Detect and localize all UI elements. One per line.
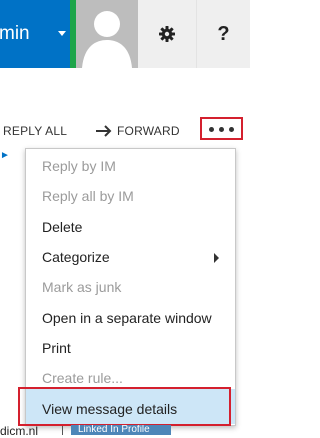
- menu-item-reply-by-im[interactable]: Reply by IM: [42, 158, 116, 174]
- menu-item-open-separate-window[interactable]: Open in a separate window: [42, 310, 212, 326]
- chevron-down-icon: [58, 31, 66, 36]
- account-menu-button[interactable]: min: [0, 0, 70, 68]
- user-silhouette-icon: [82, 11, 132, 68]
- reply-all-button[interactable]: REPLY ALL: [3, 124, 67, 138]
- ellipsis-icon: [219, 127, 224, 132]
- forward-button[interactable]: FORWARD: [96, 124, 180, 138]
- gear-icon: [159, 26, 175, 42]
- forward-arrow-icon: [96, 125, 112, 137]
- annotation-highlight-box: [18, 387, 231, 426]
- divider: [62, 426, 63, 435]
- menu-item-reply-all-by-im[interactable]: Reply all by IM: [42, 188, 134, 204]
- menu-item-categorize[interactable]: Categorize: [42, 249, 110, 265]
- linkedin-profile-badge[interactable]: Linked In Profile: [71, 425, 171, 435]
- ellipsis-icon: [229, 127, 234, 132]
- submenu-arrow-icon: [214, 253, 219, 263]
- avatar[interactable]: [76, 0, 138, 68]
- more-actions-button[interactable]: [200, 117, 243, 140]
- help-button[interactable]: ?: [196, 0, 250, 68]
- more-actions-menu: Reply by IM Reply all by IM Delete Categ…: [25, 148, 236, 426]
- menu-item-create-rule[interactable]: Create rule...: [42, 370, 123, 386]
- account-label: min: [0, 23, 30, 44]
- menu-item-delete[interactable]: Delete: [42, 219, 82, 235]
- menu-item-mark-as-junk[interactable]: Mark as junk: [42, 279, 121, 295]
- ellipsis-icon: [209, 127, 214, 132]
- top-header: min ?: [0, 0, 250, 68]
- background-text-fragment: dicm.nl: [0, 424, 39, 438]
- menu-item-print[interactable]: Print: [42, 340, 71, 356]
- scroll-arrow-icon: ►: [0, 150, 10, 161]
- forward-label: FORWARD: [117, 124, 180, 138]
- settings-button[interactable]: [138, 0, 196, 68]
